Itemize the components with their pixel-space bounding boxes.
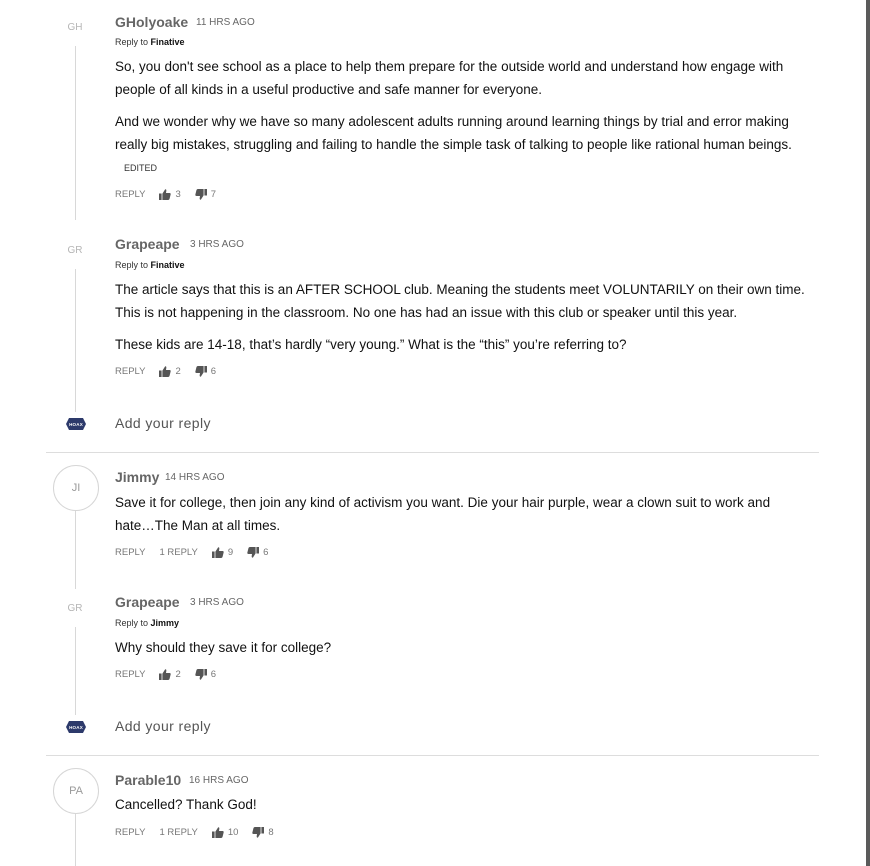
reply-count: 1 REPLY bbox=[159, 547, 198, 558]
dislike-button[interactable]: 7 bbox=[195, 189, 216, 200]
thread-line bbox=[75, 40, 76, 220]
comment-actions: REPLY 2 6 bbox=[115, 669, 216, 680]
comment-author[interactable]: Jimmy bbox=[115, 469, 159, 485]
edited-label: EDITED bbox=[124, 163, 158, 173]
comment-text: Cancelled? Thank God! bbox=[115, 797, 257, 812]
like-button[interactable]: 3 bbox=[159, 189, 181, 200]
hoax-logo-icon: HOAX bbox=[66, 721, 86, 733]
reply-to-author[interactable]: Jimmy bbox=[151, 618, 180, 628]
scrollbar[interactable] bbox=[866, 0, 870, 866]
dislike-count: 8 bbox=[268, 827, 274, 838]
thread-line bbox=[75, 812, 76, 866]
dislike-count: 7 bbox=[210, 189, 217, 200]
like-button[interactable]: 2 bbox=[159, 669, 181, 680]
thumbs-down-icon bbox=[195, 669, 207, 680]
view-replies-link[interactable]: 1 REPLY bbox=[159, 547, 197, 558]
thumbs-up-icon bbox=[159, 189, 172, 200]
thumbs-down-icon bbox=[247, 547, 260, 558]
like-count: 2 bbox=[175, 669, 181, 680]
avatar[interactable]: JI bbox=[53, 465, 99, 511]
comment-actions: REPLY 3 7 bbox=[115, 189, 216, 200]
hoax-logo-icon: HOAX bbox=[66, 418, 86, 430]
thread-divider bbox=[46, 755, 819, 756]
reply-to-line: Reply to Finative bbox=[115, 260, 185, 270]
reply-button[interactable]: REPLY bbox=[115, 547, 145, 558]
reply-to-label: Reply to bbox=[115, 618, 149, 628]
comment-text: So, you don't see school as a place to h… bbox=[115, 59, 784, 97]
comment-timestamp: 11 HRS AGO bbox=[196, 17, 255, 28]
thumbs-down-icon bbox=[195, 366, 207, 377]
comment-text: Why should they save it for college? bbox=[115, 640, 332, 655]
dislike-count: 6 bbox=[263, 547, 269, 558]
comment-author[interactable]: Grapeape bbox=[115, 236, 180, 252]
thumbs-up-icon bbox=[159, 669, 172, 680]
reply-button[interactable]: REPLY bbox=[115, 366, 145, 377]
reply-label: REPLY bbox=[115, 669, 146, 680]
thumbs-up-icon bbox=[159, 366, 172, 377]
like-button[interactable]: 10 bbox=[211, 827, 239, 838]
reply-count: 1 REPLY bbox=[159, 827, 198, 838]
reply-label: REPLY bbox=[115, 366, 146, 377]
comment-author[interactable]: Parable10 bbox=[115, 772, 181, 788]
avatar[interactable]: GH bbox=[56, 8, 94, 46]
comment-actions: REPLY 1 REPLY 10 8 bbox=[115, 827, 274, 838]
comment-text: Save it for college, then join any kind … bbox=[115, 495, 771, 533]
reply-to-author[interactable]: Finative bbox=[151, 37, 185, 47]
like-count: 10 bbox=[227, 827, 239, 838]
comment-timestamp: 3 HRS AGO bbox=[190, 597, 244, 608]
thread-line bbox=[75, 262, 76, 412]
reply-label: REPLY bbox=[115, 189, 146, 200]
thread-divider bbox=[46, 452, 819, 453]
like-button[interactable]: 9 bbox=[211, 547, 234, 558]
comment-timestamp: 3 HRS AGO bbox=[190, 239, 244, 250]
thread-line bbox=[75, 510, 76, 592]
reply-button[interactable]: REPLY bbox=[115, 189, 145, 200]
comment-actions: REPLY 1 REPLY 9 6 bbox=[115, 547, 268, 558]
like-count: 2 bbox=[175, 366, 181, 377]
add-reply-input[interactable] bbox=[115, 718, 715, 734]
comment-timestamp: 16 HRS AGO bbox=[189, 775, 249, 786]
dislike-count: 6 bbox=[210, 669, 217, 680]
like-button[interactable]: 2 bbox=[159, 366, 181, 377]
reply-to-line: Reply to Finative bbox=[115, 37, 185, 47]
thumbs-up-icon bbox=[211, 827, 224, 838]
comment-text: And we wonder why we have so many adoles… bbox=[115, 114, 792, 152]
dislike-count: 6 bbox=[210, 366, 217, 377]
comment-timestamp: 14 HRS AGO bbox=[165, 472, 225, 483]
reply-button[interactable]: REPLY bbox=[115, 827, 145, 838]
reply-label: REPLY bbox=[115, 547, 146, 558]
avatar[interactable]: GR bbox=[56, 589, 94, 627]
avatar[interactable]: PA bbox=[53, 768, 99, 814]
reply-button[interactable]: REPLY bbox=[115, 669, 145, 680]
reply-to-line: Reply to Jimmy bbox=[115, 618, 179, 628]
reply-to-label: Reply to bbox=[115, 37, 149, 47]
avatar[interactable]: GR bbox=[56, 231, 94, 269]
comment-author[interactable]: GHolyoake bbox=[115, 14, 188, 30]
thumbs-down-icon bbox=[195, 189, 207, 200]
like-count: 3 bbox=[175, 189, 181, 200]
comment-text: The article says that this is an AFTER S… bbox=[115, 282, 805, 320]
comment-actions: REPLY 2 6 bbox=[115, 366, 216, 377]
like-count: 9 bbox=[227, 547, 234, 558]
reply-to-author[interactable]: Finative bbox=[151, 260, 185, 270]
thread-line bbox=[75, 620, 76, 715]
thumbs-down-icon bbox=[252, 827, 265, 838]
reply-label: REPLY bbox=[115, 827, 146, 838]
thumbs-up-icon bbox=[211, 547, 224, 558]
view-replies-link[interactable]: 1 REPLY bbox=[159, 827, 197, 838]
dislike-button[interactable]: 8 bbox=[252, 827, 274, 838]
comment-text: These kids are 14-18, that’s hardly “ver… bbox=[115, 337, 627, 352]
dislike-button[interactable]: 6 bbox=[247, 547, 268, 558]
dislike-button[interactable]: 6 bbox=[195, 366, 216, 377]
reply-to-label: Reply to bbox=[115, 260, 149, 270]
comment-author[interactable]: Grapeape bbox=[115, 594, 180, 610]
dislike-button[interactable]: 6 bbox=[195, 669, 216, 680]
add-reply-input[interactable] bbox=[115, 415, 715, 431]
